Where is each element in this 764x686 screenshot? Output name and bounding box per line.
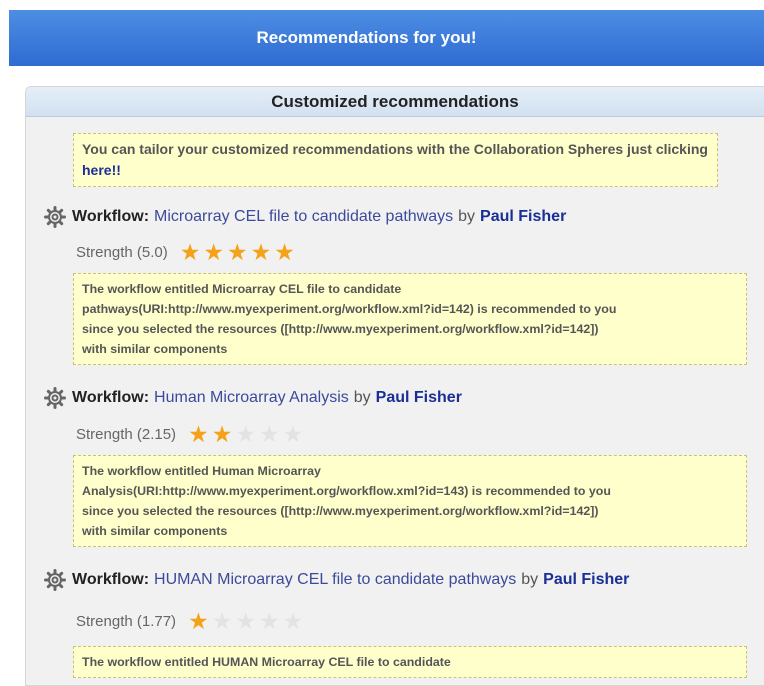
- star-empty-icon: ★: [282, 420, 304, 447]
- description-line: since you selected the resources ([http:…: [82, 504, 599, 518]
- by-text: by: [521, 571, 539, 588]
- recommendation-row: Workflow: HUMAN Microarray CEL file to c…: [44, 567, 744, 593]
- strength-text: Strength (1.77): [76, 612, 177, 630]
- workflow-label: Workflow:: [72, 389, 150, 406]
- star-filled-icon: ★: [179, 238, 201, 265]
- description-line: Analysis(URI:http://www.myexperiment.org…: [82, 484, 611, 498]
- strength-row: Strength (2.15) ★ ★ ★ ★ ★: [76, 420, 306, 448]
- star-filled-icon: ★: [203, 238, 224, 265]
- by-text: by: [353, 389, 371, 406]
- description-line: with similar components: [82, 524, 228, 538]
- strength-row: Strength (5.0) ★ ★ ★ ★ ★: [76, 238, 298, 266]
- strength-text: Strength (2.15): [76, 425, 177, 443]
- star-filled-icon: ★: [274, 238, 295, 265]
- description-line: The workflow entitled HUMAN Microarray C…: [82, 655, 451, 669]
- recommendation-row: Workflow: Microarray CEL file to candida…: [44, 204, 744, 230]
- star-rating: ★ ★ ★ ★ ★: [188, 420, 306, 447]
- recommendation-row: Workflow: Human Microarray Analysis by P…: [44, 385, 744, 411]
- star-empty-icon: ★: [258, 607, 280, 634]
- author-link[interactable]: Paul Fisher: [376, 389, 462, 407]
- description-line: The workflow entitled Microarray CEL fil…: [82, 282, 402, 296]
- recommendations-panel: Customized recommendations You can tailo…: [25, 86, 764, 686]
- panel-title: Customized recommendations: [271, 91, 519, 111]
- by-text: by: [458, 208, 476, 225]
- description-line: since you selected the resources ([http:…: [82, 322, 599, 336]
- page-title: Recommendations for you!: [256, 28, 477, 47]
- strength-row: Strength (1.77) ★ ★ ★ ★ ★: [76, 607, 306, 635]
- star-filled-icon: ★: [211, 420, 233, 447]
- panel-header: Customized recommendations: [26, 87, 764, 117]
- recommendation-description: The workflow entitled HUMAN Microarray C…: [73, 646, 747, 678]
- customize-note: You can tailor your customized recommend…: [73, 133, 718, 187]
- workflow-title-link[interactable]: Microarray CEL file to candidate pathway…: [154, 208, 453, 226]
- gear-icon: [44, 206, 66, 228]
- star-empty-icon: ★: [235, 420, 256, 447]
- star-empty-icon: ★: [282, 607, 304, 634]
- star-empty-icon: ★: [235, 607, 256, 634]
- gear-icon: [44, 569, 66, 591]
- workflow-label: Workflow:: [72, 571, 150, 588]
- customize-note-text: You can tailor your customized recommend…: [82, 141, 708, 157]
- star-rating: ★ ★ ★ ★ ★: [179, 238, 298, 265]
- description-line: with similar components: [82, 342, 228, 356]
- workflow-label: Workflow:: [72, 208, 150, 225]
- author-link[interactable]: Paul Fisher: [543, 571, 629, 589]
- customize-here-link[interactable]: here!!: [82, 162, 121, 178]
- star-filled-icon: ★: [188, 420, 209, 447]
- author-link[interactable]: Paul Fisher: [480, 208, 566, 226]
- star-filled-icon: ★: [188, 607, 209, 634]
- description-line: pathways(URI:http://www.myexperiment.org…: [82, 302, 617, 316]
- workflow-title-link[interactable]: HUMAN Microarray CEL file to candidate p…: [154, 571, 516, 589]
- strength-text: Strength (5.0): [76, 243, 168, 261]
- star-filled-icon: ★: [250, 238, 272, 265]
- star-rating: ★ ★ ★ ★ ★: [188, 607, 306, 634]
- gear-icon: [44, 387, 66, 409]
- recommendation-description: The workflow entitled Human Microarray A…: [73, 455, 747, 547]
- page-header-bar: Recommendations for you!: [9, 10, 764, 66]
- star-filled-icon: ★: [226, 238, 248, 265]
- description-line: The workflow entitled Human Microarray: [82, 464, 321, 478]
- workflow-title-link[interactable]: Human Microarray Analysis: [154, 389, 349, 407]
- star-empty-icon: ★: [258, 420, 280, 447]
- recommendation-description: The workflow entitled Microarray CEL fil…: [73, 273, 747, 365]
- star-empty-icon: ★: [211, 607, 233, 634]
